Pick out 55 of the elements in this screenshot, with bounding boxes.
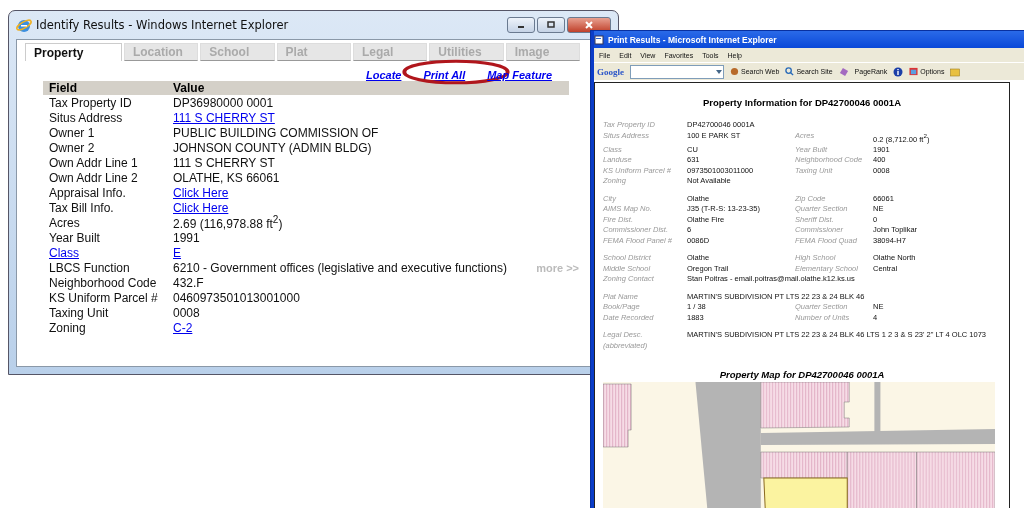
- field-link[interactable]: Class: [49, 245, 173, 260]
- column-header: Field: [49, 81, 78, 95]
- field-cell-text: Year Built: [49, 230, 101, 245]
- close-button[interactable]: [567, 17, 611, 33]
- picture-icon: [909, 67, 919, 76]
- field-cell-text: Appraisal Info.: [49, 185, 127, 200]
- window-title: Identify Results - Windows Internet Explorer: [36, 18, 289, 32]
- value-cell: 111 S CHERRY ST: [173, 155, 275, 170]
- value-link[interactable]: E: [173, 245, 181, 260]
- field-cell-text: Neighborhood Code: [49, 275, 158, 290]
- google-logo[interactable]: Google: [597, 66, 624, 77]
- map-title: Property Map for DP42700046 0001A: [718, 368, 886, 382]
- circle-icon: [730, 67, 739, 76]
- value-link[interactable]: 111 S CHERRY ST: [173, 110, 275, 125]
- value-cell: 1991: [173, 230, 200, 245]
- info-icon[interactable]: [893, 66, 904, 77]
- field-cell-text: Tax Property ID: [49, 95, 133, 110]
- field-cell-text: Owner 1: [49, 125, 96, 140]
- value-cell: 2.69 (116,978.88 ft$^{2}$): [173, 214, 283, 231]
- value-cell: 432.F: [173, 275, 204, 290]
- close-icon: [584, 20, 594, 30]
- maximize-button[interactable]: [537, 17, 565, 33]
- field-cell-text: LBCS Function: [49, 260, 131, 275]
- value-cell: PUBLIC BUILDING COMMISSION OF: [173, 125, 379, 140]
- value-link[interactable]: C-2: [173, 320, 193, 335]
- dropdown-arrow-icon: [715, 67, 723, 76]
- field-cell-text: Acres: [49, 215, 81, 230]
- window-title: Print Results - Microsoft Internet Explorer: [608, 34, 777, 45]
- search-field[interactable]: [630, 64, 724, 79]
- field-cell-text: Tax Bill Info.: [49, 200, 115, 215]
- tab[interactable]: Property: [25, 43, 122, 61]
- value-link[interactable]: Click Here: [173, 200, 229, 215]
- field-cell-text: Taxing Unit: [49, 305, 110, 320]
- globe-e-icon: [16, 17, 32, 33]
- field-cell-text: KS Uniform Parcel #: [49, 290, 159, 305]
- value-link[interactable]: Click Here: [173, 185, 229, 200]
- page-icon: [594, 34, 604, 45]
- value-cell: OLATHE, KS 66061: [173, 170, 280, 185]
- maximize-icon: [546, 20, 556, 30]
- field-cell-text: Zoning: [49, 320, 87, 335]
- value-cell: 6210 - Government offices (legislative and executive functions): [173, 260, 507, 275]
- value-cell: 0008: [173, 305, 200, 320]
- link[interactable]: Locate: [365, 69, 402, 81]
- minimize-button[interactable]: [507, 17, 535, 33]
- search-icon: [785, 67, 795, 76]
- value-cell: 0460973501013001000: [173, 290, 300, 305]
- field-cell-text: Owner 2: [49, 140, 96, 155]
- field-cell-text: Situs Address: [49, 110, 124, 125]
- field-cell-text: Own Addr Line 2: [49, 170, 139, 185]
- field-cell-text: Own Addr Line 1: [49, 155, 139, 170]
- column-header: Value: [173, 81, 205, 95]
- page-title: Property Information for DP42700046 0001A: [702, 96, 902, 110]
- link[interactable]: Print All: [423, 69, 466, 81]
- value-cell: JOHNSON COUNTY (ADMIN BLDG): [173, 140, 372, 155]
- value-cell: DP36980000 0001: [173, 95, 274, 110]
